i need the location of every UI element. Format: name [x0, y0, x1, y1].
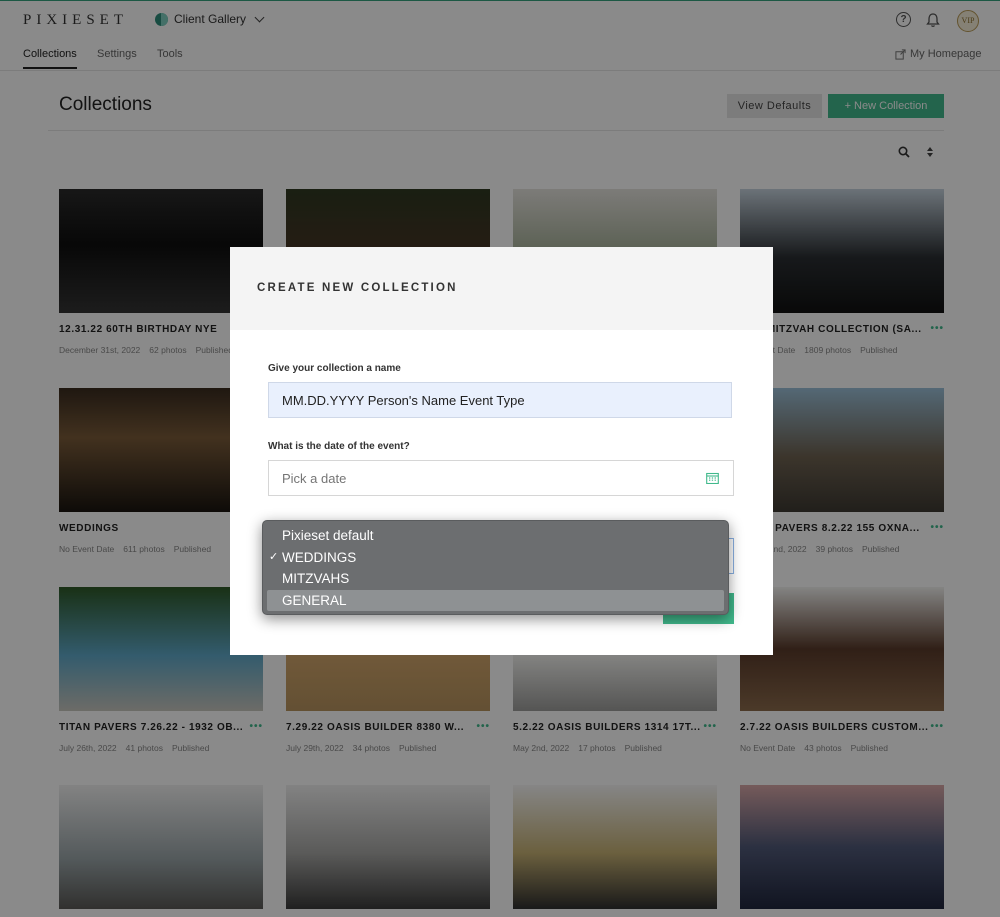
- option-label: WEDDINGS: [282, 549, 357, 565]
- dropdown-option-general[interactable]: GENERAL: [267, 589, 724, 611]
- event-date-label: What is the date of the event?: [268, 441, 410, 452]
- option-label: Pixieset default: [282, 528, 374, 543]
- check-icon: ✓: [269, 550, 279, 563]
- modal-title: CREATE NEW COLLECTION: [257, 282, 458, 294]
- modal-header: CREATE NEW COLLECTION: [230, 247, 773, 330]
- dropdown-option-weddings[interactable]: ✓ WEDDINGS: [263, 547, 728, 569]
- collection-name-input[interactable]: [268, 382, 732, 418]
- option-label: MITZVAHS: [282, 571, 350, 586]
- preset-dropdown-menu: Pixieset default ✓ WEDDINGS MITZVAHS GENE…: [262, 520, 729, 615]
- calendar-icon[interactable]: [706, 472, 719, 484]
- collection-name-label: Give your collection a name: [268, 363, 401, 374]
- event-date-input[interactable]: [268, 460, 734, 496]
- dropdown-option-mitzvahs[interactable]: MITZVAHS: [263, 568, 728, 590]
- dropdown-option-pixieset-default[interactable]: Pixieset default: [263, 525, 728, 547]
- option-label: GENERAL: [282, 592, 347, 608]
